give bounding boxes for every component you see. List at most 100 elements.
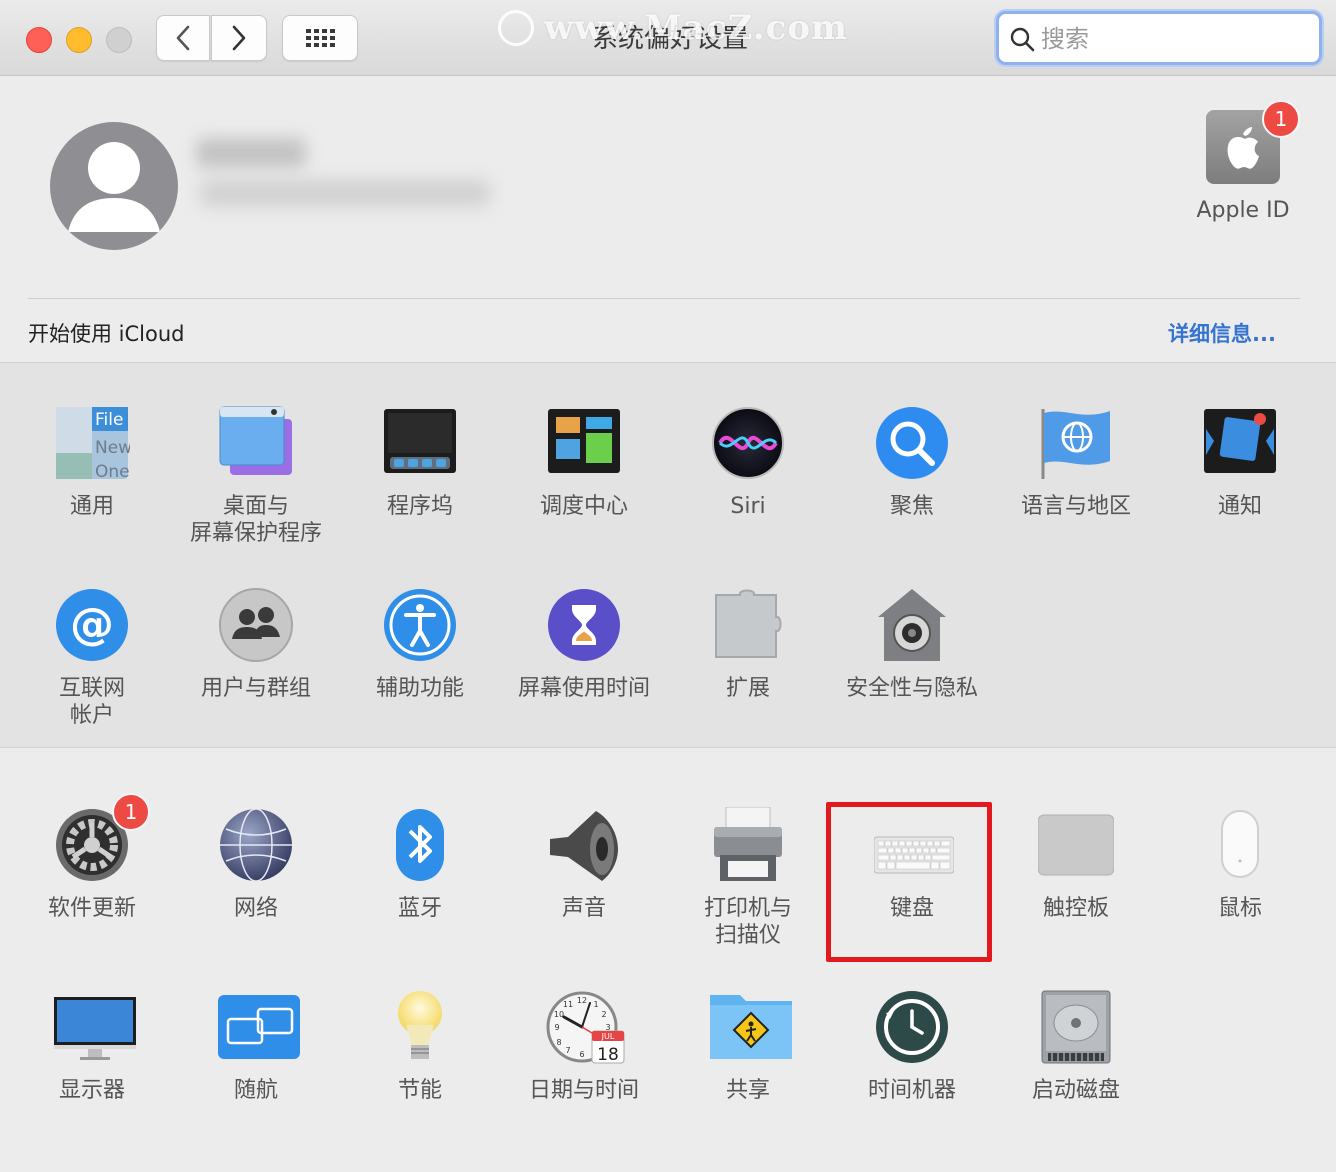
- user-avatar[interactable]: [50, 122, 178, 250]
- pref-energy-saver[interactable]: 节能: [338, 989, 502, 1104]
- pref-mouse[interactable]: 鼠标: [1158, 807, 1322, 922]
- desktop-screensaver-icon: [218, 405, 294, 481]
- sound-icon: [546, 807, 622, 883]
- pref-label: 软件更新: [47, 896, 136, 921]
- minimize-window-button[interactable]: [66, 27, 92, 53]
- pref-software-update[interactable]: 1 软件更新: [10, 793, 174, 922]
- user-silhouette-icon: [68, 142, 160, 232]
- pref-spotlight[interactable]: 聚焦: [830, 405, 994, 520]
- pref-label: Siri: [730, 494, 766, 519]
- pref-network[interactable]: 网络: [174, 807, 338, 922]
- search-input[interactable]: [1039, 20, 1313, 58]
- pref-internet-accounts[interactable]: @ 互联网 帐户: [10, 587, 174, 729]
- svg-text:9: 9: [554, 1023, 559, 1032]
- pref-trackpad[interactable]: 触控板: [994, 807, 1158, 922]
- zoom-window-button[interactable]: [106, 27, 132, 53]
- software-update-badge: 1: [112, 793, 150, 831]
- pref-desktop-screensaver[interactable]: 桌面与 屏幕保护程序: [174, 405, 338, 547]
- pref-label: 辅助功能: [375, 676, 464, 701]
- pref-label: 触控板: [1042, 896, 1109, 921]
- general-icon: File New One: [54, 405, 132, 482]
- siri-icon: [710, 405, 786, 481]
- search-field[interactable]: [996, 11, 1322, 65]
- pref-label: 启动磁盘: [1031, 1078, 1120, 1103]
- svg-text:1: 1: [593, 1000, 598, 1009]
- hardware-prefs-section: 1 软件更新 网络 蓝牙 声音 打印机与 扫描仪 键盘 触控板 鼠标 显示器 随…: [0, 749, 1336, 1172]
- search-icon: [1010, 27, 1035, 52]
- pref-label: 打印机与 扫描仪: [703, 896, 792, 948]
- pref-label: 共享: [725, 1078, 770, 1103]
- pref-security-privacy[interactable]: 安全性与隐私: [830, 587, 994, 702]
- pref-extensions[interactable]: 扩展: [666, 587, 830, 702]
- pref-accessibility[interactable]: 辅助功能: [338, 587, 502, 702]
- pref-label: 时间机器: [867, 1078, 956, 1103]
- pref-sound[interactable]: 声音: [502, 807, 666, 922]
- pref-label: 安全性与隐私: [845, 676, 978, 701]
- internet-accounts-icon: @: [54, 587, 130, 663]
- printer-scanner-icon: [710, 806, 786, 883]
- pref-dock[interactable]: 程序坞: [338, 405, 502, 520]
- pref-label: 显示器: [58, 1078, 125, 1103]
- user-email-blurred: [200, 180, 490, 206]
- pref-date-time[interactable]: 12 3 6 9 1 2 11 10 87 JUL 18 日期与时间: [502, 989, 666, 1104]
- pref-label: 调度中心: [539, 494, 628, 519]
- pref-label: 扩展: [725, 676, 770, 701]
- users-groups-icon: [218, 587, 294, 663]
- pref-users-groups[interactable]: 用户与群组: [174, 587, 338, 702]
- chevron-right-icon: [232, 25, 246, 51]
- spotlight-icon: [874, 405, 950, 481]
- pref-label: 聚焦: [889, 494, 934, 519]
- system-preferences-window: 系统偏好设置 www.MacZ.com 1 Apple ID 开始使用 iClo…: [0, 0, 1336, 1172]
- svg-text:6: 6: [579, 1050, 584, 1059]
- svg-text:JUL: JUL: [601, 1032, 615, 1041]
- apple-id-icon: 1: [1206, 100, 1300, 184]
- personal-prefs-section: File New One 通用 桌面与 屏幕保护程序 程序坞 调度中心 Siri…: [0, 362, 1336, 748]
- mission-control-icon: [546, 405, 622, 481]
- pref-mission-control[interactable]: 调度中心: [502, 405, 666, 520]
- pref-screen-time[interactable]: 屏幕使用时间: [502, 587, 666, 702]
- mouse-icon: [1202, 807, 1278, 883]
- dock-icon: [382, 405, 458, 481]
- icloud-details-link[interactable]: 详细信息...: [1168, 318, 1276, 348]
- apple-id-pref[interactable]: 1 Apple ID: [1190, 100, 1300, 223]
- user-name-blurred: [196, 138, 306, 168]
- show-all-button[interactable]: [282, 15, 358, 61]
- bluetooth-icon: [382, 807, 458, 883]
- pref-startup-disk[interactable]: 启动磁盘: [994, 989, 1158, 1104]
- svg-text:One: One: [95, 462, 130, 481]
- security-privacy-icon: [874, 587, 950, 663]
- software-update-icon: 1: [54, 793, 150, 883]
- accessibility-icon: [382, 587, 458, 663]
- pref-label: 屏幕使用时间: [517, 676, 650, 701]
- pref-notifications[interactable]: 通知: [1158, 405, 1322, 520]
- watermark-logo-icon: [498, 10, 534, 46]
- pref-label: 蓝牙: [397, 896, 442, 921]
- pref-label: 互联网 帐户: [58, 676, 125, 728]
- pref-label: 声音: [561, 896, 606, 921]
- pref-displays[interactable]: 显示器: [10, 989, 174, 1104]
- icloud-label: 开始使用 iCloud: [28, 322, 185, 346]
- pref-sharing[interactable]: 共享: [666, 989, 830, 1104]
- pref-language-region[interactable]: 语言与地区: [994, 405, 1158, 520]
- displays-icon: [54, 989, 136, 1065]
- svg-text:11: 11: [563, 1000, 573, 1009]
- svg-text:12: 12: [577, 996, 587, 1005]
- forward-button[interactable]: [211, 15, 267, 61]
- network-icon: [218, 807, 294, 883]
- pref-time-machine[interactable]: 时间机器: [830, 989, 994, 1104]
- watermark: www.MacZ.com: [544, 8, 849, 48]
- pref-label: 桌面与 屏幕保护程序: [189, 494, 322, 546]
- svg-text:7: 7: [565, 1046, 570, 1055]
- divider: [28, 298, 1300, 299]
- pref-printers-scanners[interactable]: 打印机与 扫描仪: [666, 806, 830, 949]
- close-window-button[interactable]: [26, 27, 52, 53]
- screen-time-icon: [546, 587, 622, 663]
- pref-sidecar[interactable]: 随航: [174, 989, 338, 1104]
- pref-bluetooth[interactable]: 蓝牙: [338, 807, 502, 922]
- pref-siri[interactable]: Siri: [666, 405, 830, 520]
- sidecar-icon: [218, 989, 300, 1065]
- pref-general[interactable]: File New One 通用: [10, 405, 174, 520]
- sharing-icon: [710, 989, 792, 1065]
- back-button[interactable]: [156, 15, 210, 61]
- pref-label: 通知: [1217, 494, 1262, 519]
